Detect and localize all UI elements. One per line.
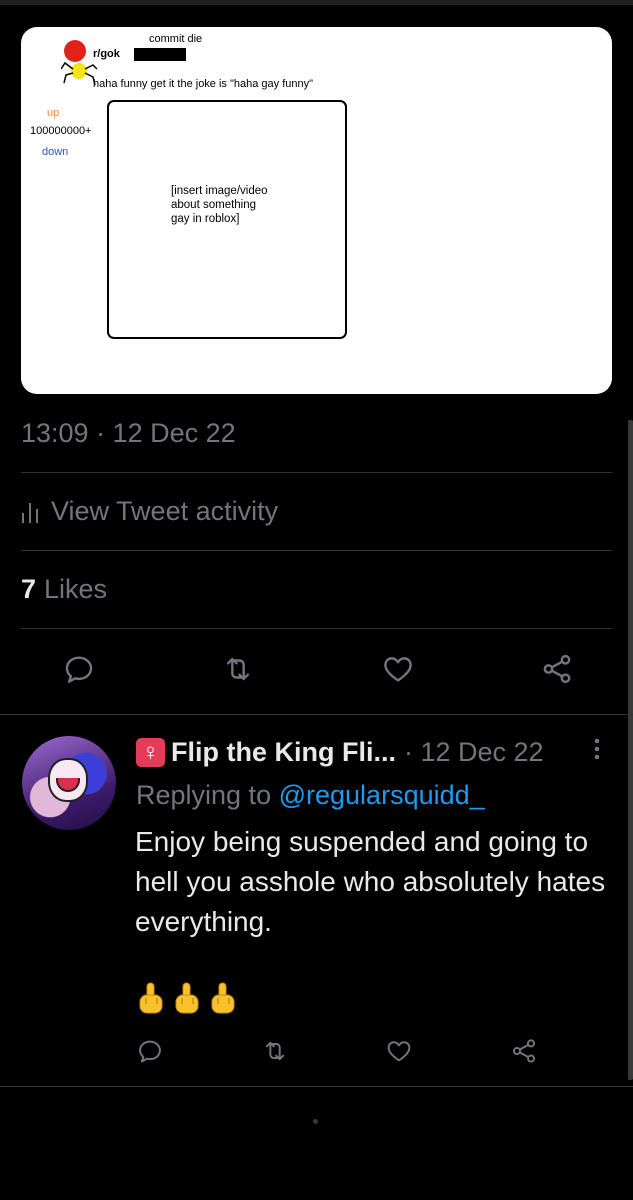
middle-finger-emoji — [175, 982, 199, 1014]
divider — [0, 1086, 633, 1087]
share-icon[interactable] — [510, 1037, 538, 1065]
middle-finger-emoji — [211, 982, 235, 1014]
activity-bars-icon — [22, 502, 38, 523]
loading-dot — [313, 1119, 318, 1124]
vote-count: 100000000+ — [30, 125, 92, 137]
tweet-timestamp[interactable]: 13:09 · 12 Dec 22 — [21, 418, 236, 449]
likes-label: Likes — [44, 574, 108, 604]
reply-action-bar — [136, 1037, 538, 1065]
replying-prefix: Replying to — [136, 780, 272, 810]
share-icon[interactable] — [540, 652, 574, 686]
venus-icon: ♀ — [136, 738, 165, 767]
replying-to: Replying to @regularsquidd_ — [136, 780, 485, 811]
likes-link[interactable]: 7 Likes — [21, 574, 107, 605]
meme-placeholder-box: [insert image/video about something gay … — [107, 100, 347, 339]
tweet-action-bar — [62, 652, 574, 686]
vote-down-label: down — [42, 146, 69, 158]
retweet-icon[interactable] — [221, 652, 255, 686]
reply-author-name[interactable]: Flip the King Fli... — [171, 737, 396, 768]
divider — [0, 714, 633, 715]
middle-finger-emoji — [139, 982, 163, 1014]
meme-subreddit: r/gok — [93, 48, 120, 60]
more-vertical-icon[interactable] — [590, 736, 604, 768]
reply-icon[interactable] — [136, 1037, 164, 1065]
retweet-icon[interactable] — [261, 1037, 289, 1065]
meme-title: commit die — [149, 33, 203, 45]
emoji-row — [137, 982, 237, 1016]
reply-header: ♀ Flip the King Fli... · 12 Dec 22 — [136, 737, 544, 768]
meme-placeholder-text: [insert image/video about something gay … — [171, 185, 268, 225]
tweet-media-image[interactable]: commit die r/gok f haha funny get it the… — [21, 27, 612, 394]
reply-icon[interactable] — [62, 652, 96, 686]
replying-handle-link[interactable]: @regularsquidd_ — [279, 780, 485, 810]
reply-date[interactable]: · 12 Dec 22 — [404, 737, 544, 768]
view-tweet-activity-link[interactable]: View Tweet activity — [21, 496, 278, 527]
reply-text: Enjoy being suspended and going to hell … — [135, 826, 606, 937]
like-icon[interactable] — [381, 652, 415, 686]
divider — [21, 550, 612, 551]
top-edge — [0, 0, 633, 5]
meme-caption: haha funny get it the joke is "haha gay … — [93, 78, 314, 90]
divider — [21, 472, 612, 473]
scrollbar-thumb[interactable] — [628, 420, 633, 1080]
vote-up-label: up — [47, 107, 60, 119]
like-icon[interactable] — [385, 1037, 413, 1065]
divider — [21, 628, 612, 629]
redaction-bar — [134, 48, 186, 61]
likes-count: 7 — [21, 574, 37, 604]
meme-subreddit-end: f — [181, 48, 185, 60]
activity-label: View Tweet activity — [51, 496, 279, 526]
avatar[interactable] — [22, 736, 116, 830]
